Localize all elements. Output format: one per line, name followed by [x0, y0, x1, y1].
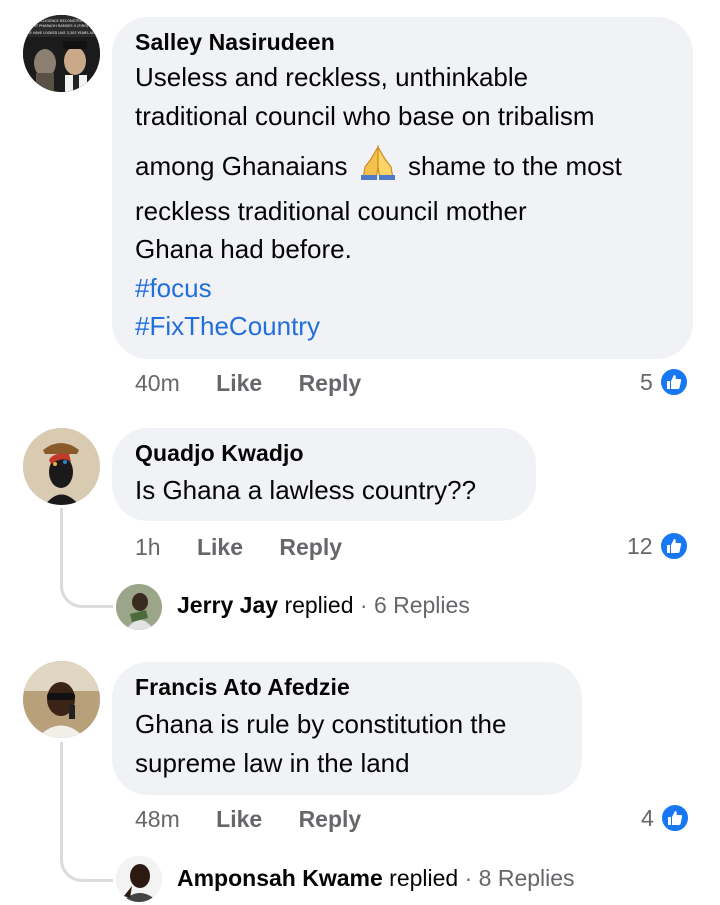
thumbs-up-icon: [658, 531, 689, 561]
avatar-amponsah-kwame[interactable]: [116, 856, 162, 902]
comment-text-line: Useless and reckless, unthinkable: [135, 62, 529, 92]
comment-author[interactable]: Francis Ato Afedzie: [135, 674, 558, 701]
reaction-count[interactable]: 4: [641, 803, 690, 833]
reaction-number: 4: [641, 804, 654, 831]
comment-text-line: Ghana is rule by constitution the: [135, 709, 507, 739]
comment-timestamp[interactable]: 40m: [135, 370, 180, 396]
reaction-number: 5: [640, 368, 653, 395]
hashtag-link[interactable]: #FixTheCountry: [135, 307, 669, 346]
reaction-count[interactable]: 12: [627, 531, 689, 561]
svg-text:AT PHARAOH RAMSES II (FIRO): AT PHARAOH RAMSES II (FIRO): [34, 24, 89, 28]
comment-text-line: supreme law in the land: [135, 747, 410, 778]
like-button[interactable]: Like: [216, 806, 262, 832]
comment-text: Ghana is rule by constitution the suprem…: [135, 705, 558, 782]
reply-button[interactable]: Reply: [279, 534, 342, 560]
avatar-quadjo[interactable]: [23, 428, 100, 505]
reaction-count[interactable]: 5: [640, 367, 689, 397]
comment-timestamp[interactable]: 1h: [135, 534, 161, 560]
svg-text:MAY HAVE LOOKED LIKE 3,303 YEA: MAY HAVE LOOKED LIKE 3,303 YEARS AGO: [25, 31, 98, 35]
view-replies-link[interactable]: Jerry Jay replied · 6 Replies: [177, 592, 470, 619]
reply-author[interactable]: Amponsah Kwame: [177, 865, 383, 892]
comment-meta: 1h Like Reply: [135, 534, 342, 561]
reply-count: 6 Replies: [373, 592, 470, 618]
folded-hands-icon: [359, 144, 397, 192]
like-button[interactable]: Like: [197, 534, 243, 560]
like-button[interactable]: Like: [216, 370, 262, 396]
comment-text-line-with-emoji: among Ghanaians shame to the most: [135, 144, 669, 192]
comment-text-line: reckless traditional council mother: [135, 195, 527, 226]
comment-author[interactable]: Salley Nasirudeen: [135, 29, 669, 56]
comment-meta: 40m Like Reply: [135, 370, 361, 397]
comment-author[interactable]: Quadjo Kwadjo: [135, 440, 512, 467]
reply-count: 8 Replies: [478, 865, 575, 891]
reply-button[interactable]: Reply: [299, 370, 362, 396]
comment-text: Useless and reckless, unthinkable tradit…: [135, 58, 669, 346]
view-replies-link[interactable]: Amponsah Kwame replied · 8 Replies: [177, 865, 575, 892]
comment-text-line: traditional council who base on tribalis…: [135, 100, 595, 131]
comment-bubble: Quadjo Kwadjo Is Ghana a lawless country…: [112, 428, 536, 521]
thread-connector: [60, 508, 113, 608]
comment-timestamp[interactable]: 48m: [135, 806, 180, 832]
svg-text:AI INTELLIGENCE RECONSTRUCTION: AI INTELLIGENCE RECONSTRUCTION: [28, 19, 94, 23]
separator-dot: ·: [359, 592, 368, 618]
reaction-number: 12: [627, 532, 653, 559]
comment-text-line: Ghana had before.: [135, 234, 352, 264]
reply-button[interactable]: Reply: [299, 806, 362, 832]
comment-text: Is Ghana a lawless country??: [135, 475, 477, 505]
avatar-salley-image: AI INTELLIGENCE RECONSTRUCTION AT PHARAO…: [23, 15, 100, 92]
avatar-jerry-jay-image: [116, 584, 162, 630]
comment-bubble: Salley Nasirudeen Useless and reckless, …: [112, 17, 693, 359]
avatar-francis[interactable]: [23, 661, 100, 738]
avatar-quadjo-image: [23, 428, 100, 505]
thread-connector: [60, 742, 113, 882]
avatar-francis-image: [23, 661, 100, 738]
hashtag-link[interactable]: #focus: [135, 269, 669, 308]
avatar-amponsah-kwame-image: [116, 856, 162, 902]
separator-dot: ·: [464, 865, 473, 891]
reply-author[interactable]: Jerry Jay: [177, 592, 278, 619]
thumbs-up-icon: [659, 803, 690, 833]
avatar-salley[interactable]: AI INTELLIGENCE RECONSTRUCTION AT PHARAO…: [23, 15, 100, 92]
thumbs-up-icon: [658, 367, 689, 397]
comment-bubble: Francis Ato Afedzie Ghana is rule by con…: [112, 662, 582, 795]
replied-label: replied: [284, 592, 354, 618]
comment-meta: 48m Like Reply: [135, 806, 361, 833]
avatar-jerry-jay[interactable]: [116, 584, 162, 630]
replied-label: replied: [389, 865, 459, 891]
